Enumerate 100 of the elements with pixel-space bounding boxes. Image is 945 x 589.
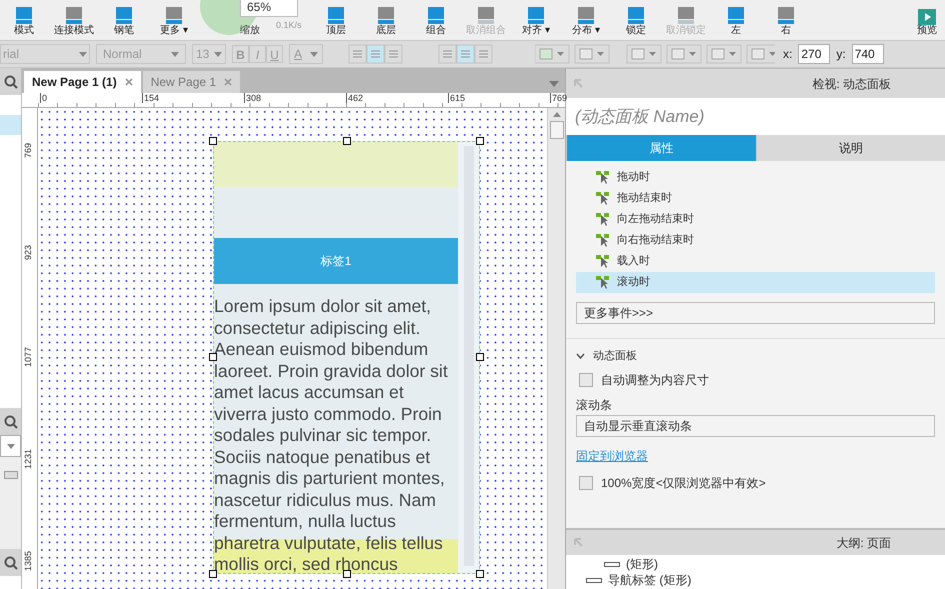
rectangle-icon [586,578,602,582]
resize-handle[interactable] [476,353,484,361]
panel-title: 检视: 动态面板 [812,76,891,92]
cursor-icon [596,276,609,289]
play-icon [918,9,936,25]
caret-icon [6,444,14,448]
selected-row-highlight [0,115,21,135]
y-label: y: [836,46,846,63]
caret-icon [171,52,179,56]
tool-icon [575,7,597,25]
toolbar-button[interactable]: 连接模式 [50,7,98,37]
toolbar-button[interactable]: 底层 [362,7,410,37]
resize-handle[interactable] [476,137,484,145]
resize-handle[interactable] [209,137,217,145]
toolbar-button[interactable]: 对齐 ▾ [512,7,560,37]
ruler-label: 1077 [23,347,33,368]
event-item[interactable]: 拖动结束时 [576,188,935,209]
event-item[interactable]: 拖动时 [576,167,935,188]
event-item[interactable]: 向左拖动结束时 [576,209,935,230]
toolbar-button[interactable]: 更多 ▾ [150,7,198,37]
resize-handle[interactable] [343,570,351,578]
scrollbar[interactable] [0,457,21,549]
network-speed: 0.1K/s [276,19,302,32]
resize-handle[interactable] [209,353,217,361]
caret-icon[interactable] [549,81,559,87]
ruler-label: 308 [244,93,262,103]
arrow-up-icon[interactable] [552,112,560,117]
toolbar-button[interactable]: 顶层 [312,7,360,37]
tool-icon [13,7,35,25]
x-input[interactable]: 270 [798,44,830,64]
ruler-label: 923 [23,245,33,260]
tool-icon [475,7,497,25]
close-icon[interactable] [124,78,133,86]
scroll-thumb[interactable] [550,121,564,139]
ruler-label: 769 [23,143,33,158]
search-icon[interactable] [4,414,18,428]
event-item[interactable]: 载入时 [576,251,935,272]
checkbox[interactable] [579,373,593,387]
tool-icon [625,7,647,25]
section-toggle[interactable]: 动态面板 [576,347,935,365]
style-icons-drawing[interactable] [535,44,775,64]
panel-title: 大纲: 页面 [836,534,891,552]
ruler-label: 154 [142,93,160,103]
event-item[interactable]: 向右拖动结束时 [576,230,935,251]
caret-icon [214,52,222,56]
rectangle-icon [604,562,620,566]
tool-icon [325,7,347,25]
caret-icon [79,52,87,56]
ruler-label: 1385 [23,551,33,572]
chevron-icon [576,353,585,359]
tool-icon [163,7,185,25]
cursor-icon [596,171,609,184]
caret-icon [310,52,318,56]
page-tab[interactable]: New Page 1 (1) [24,71,141,93]
ruler-label: 615 [448,93,466,103]
cursor-icon [596,255,609,268]
outline-item[interactable]: (矩形) [566,556,945,572]
ruler-label: 0 [40,93,48,103]
toolbar-button[interactable]: 组合 [412,7,460,37]
search-icon[interactable] [4,556,18,570]
zoom-field[interactable]: 65% [240,0,298,17]
more-events-select[interactable]: 更多事件>>> [576,302,935,324]
checkbox-label: 自动调整为内容尺寸 [601,372,709,389]
toolbar-button[interactable]: 模式 [0,7,48,37]
tool-icon [113,7,135,25]
outline-item[interactable]: 导航标签 (矩形) [566,572,945,588]
toolbar-button[interactable]: 左 [712,7,760,37]
cursor-icon [596,234,609,247]
close-icon[interactable] [224,78,232,86]
ruler-label: 1231 [23,449,33,470]
toolbar-button[interactable]: 锁定 [612,7,660,37]
body-text: Lorem ipsum dolor sit amet, consectetur adipiscing elit. Aenean euismod bibendum laoreet. Proin gravida dolor sit amet lacus accumsan et viverra justo commodo. Proin sodales pulvinar sic tempor. Sociis natoque penatibus et magnis dis parturient montes, nascetur ridiculus mus. Nam fermentum, nulla luctus pharetra vulputate, felis tellus mollis orci, sed rhoncus [214,296,449,573]
tool-icon [525,7,547,25]
scrollbar[interactable] [547,108,565,589]
dropdown-toggle[interactable] [0,435,21,457]
tool-icon [375,7,397,25]
toolbar-button[interactable]: 右 [762,7,810,37]
tool-icon [775,7,797,25]
resize-handle[interactable] [476,570,484,578]
event-item[interactable]: 滚动时 [576,272,935,293]
cursor-icon [596,192,609,205]
resize-handle[interactable] [209,570,217,578]
search-icon[interactable] [4,74,18,88]
resize-handle[interactable] [343,137,351,145]
panel-scrollbar[interactable] [458,142,479,573]
name-field[interactable]: (动态面板 Name) [566,98,945,135]
tool-icon [63,7,85,25]
preview-button[interactable]: 预览 [917,9,937,37]
toolbar-button[interactable]: 钢笔 [100,7,148,37]
checkbox-label: 100%宽度<仅限浏览器中有效> [601,475,766,492]
x-label: x: [783,46,792,63]
y-input[interactable]: 740 [852,44,884,64]
toolbar-button[interactable]: 分布 ▾ [562,7,610,37]
field-label: 滚动条 [576,397,613,413]
checkbox[interactable] [579,476,593,490]
inspector-tab[interactable]: 说明 [756,135,945,161]
scrollbar-select[interactable]: 自动显示垂直滚动条 [576,415,935,437]
tool-icon [725,7,747,25]
ruler-label: 462 [346,93,364,103]
zoom-label: 缩放 [240,25,260,37]
